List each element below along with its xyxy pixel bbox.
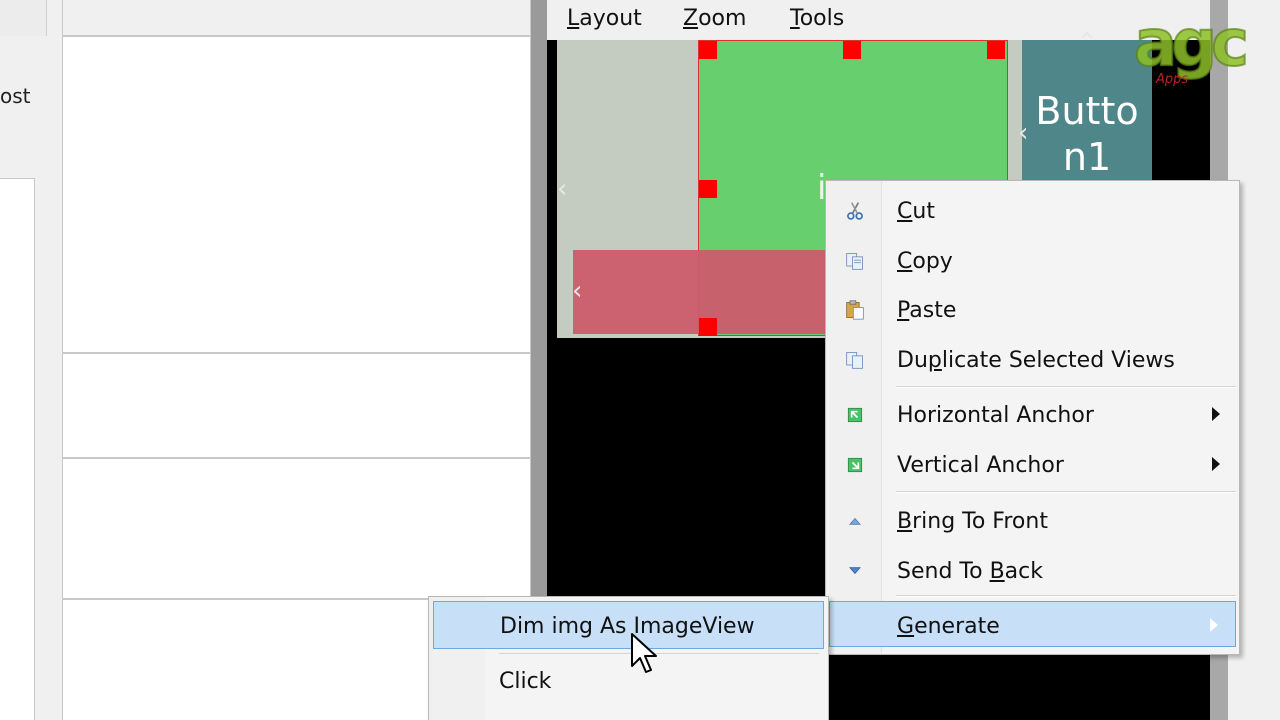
button-view-label-line1: Butto <box>1035 89 1139 133</box>
submenu-arrow-icon <box>1212 407 1220 421</box>
label-part: licate Selected Views <box>941 348 1175 373</box>
context-menu: Cut Copy Paste Duplicate Selected Views … <box>825 180 1240 655</box>
anchor-arrow-icon: ‹ <box>1018 118 1029 148</box>
resize-handle[interactable] <box>699 180 717 198</box>
properties-header <box>63 0 530 37</box>
anchor-arrow-icon: ⌃ <box>1076 28 1098 58</box>
paste-icon <box>846 300 864 320</box>
label-part: Horizontal Anchor <box>897 403 1094 428</box>
send-to-back-icon <box>849 567 861 575</box>
label-part: Vertical Anchor <box>897 453 1064 478</box>
menu-zoom[interactable]: Zoom <box>683 6 746 31</box>
anchor-arrow-icon: ‹ <box>557 174 568 204</box>
label-part: ut <box>912 199 935 224</box>
submenu-item-label: Dim img As ImageView <box>500 614 755 639</box>
copy-icon <box>846 253 863 270</box>
submenu-item-dim-declaration[interactable]: Dim img As ImageView <box>433 601 824 649</box>
label-part: ring To Front <box>912 509 1048 534</box>
label-mnemonic: G <box>897 614 915 639</box>
menu-layout-mnemonic: L <box>567 6 580 31</box>
menu-item-bring-to-front[interactable]: Bring To Front <box>826 497 1239 543</box>
label-part: ack <box>1004 559 1043 584</box>
label-part: Du <box>897 348 928 373</box>
horizontal-anchor-icon <box>847 407 863 423</box>
menu-separator <box>896 386 1236 388</box>
menu-tools[interactable]: Tools <box>790 6 844 31</box>
left-dock-header <box>0 0 47 36</box>
resize-handle[interactable] <box>843 41 861 59</box>
menu-item-label: Duplicate Selected Views <box>897 348 1175 373</box>
resize-handle[interactable] <box>699 318 717 336</box>
menu-item-label: Copy <box>897 249 953 274</box>
label-part: opy <box>912 249 953 274</box>
label-mnemonic: B <box>897 509 913 534</box>
menu-item-label: Vertical Anchor <box>897 453 1064 478</box>
menu-item-send-to-back[interactable]: Send To Back <box>826 547 1239 593</box>
submenu-item-click[interactable]: Click <box>433 657 824 705</box>
button-view-label-line2: n1 <box>1062 135 1112 179</box>
panel-divider <box>63 457 532 459</box>
label-mnemonic: B <box>989 559 1005 584</box>
anchor-arrow-icon: ‹ <box>572 276 583 306</box>
menu-item-label: Generate <box>897 614 1000 639</box>
menu-item-copy[interactable]: Copy <box>826 237 1239 283</box>
screen: ost Layout Zoom Tools i Butto n1 ⌃ ‹ ‹ ‹… <box>0 0 1280 720</box>
menu-tools-label: ools <box>799 6 845 31</box>
menu-tools-mnemonic: T <box>790 6 800 31</box>
menu-item-label: Horizontal Anchor <box>897 403 1094 428</box>
menu-separator <box>896 491 1236 493</box>
menu-separator <box>896 595 1236 597</box>
button-view[interactable]: Butto n1 <box>1022 40 1152 185</box>
label-part: aste <box>909 298 957 323</box>
submenu-arrow-icon <box>1210 618 1218 632</box>
label-mnemonic: p <box>927 348 942 373</box>
menu-item-label: Paste <box>897 298 956 323</box>
menu-zoom-label: oom <box>698 6 747 31</box>
scissors-icon <box>847 202 863 220</box>
menu-item-label: Cut <box>897 199 935 224</box>
menu-item-paste[interactable]: Paste <box>826 286 1239 332</box>
resize-handle[interactable] <box>987 41 1005 59</box>
bring-to-front-icon <box>849 517 861 525</box>
label-mnemonic: C <box>897 199 913 224</box>
vertical-anchor-icon <box>847 457 863 473</box>
menu-layout[interactable]: Layout <box>567 6 642 31</box>
label-mnemonic: C <box>897 249 913 274</box>
menu-zoom-mnemonic: Z <box>683 6 699 31</box>
submenu-item-label: Click <box>499 669 552 694</box>
menu-item-cut[interactable]: Cut <box>826 187 1239 233</box>
agc-apps-logo: agc Apps <box>1133 7 1266 90</box>
menu-item-generate[interactable]: Generate <box>829 601 1236 647</box>
label-part: enerate <box>914 614 1000 639</box>
duplicate-icon <box>846 352 863 369</box>
menu-item-horizontal-anchor[interactable]: Horizontal Anchor <box>826 391 1239 437</box>
submenu-arrow-icon <box>1212 457 1220 471</box>
menu-bar: Layout Zoom Tools <box>547 0 1227 40</box>
menu-item-duplicate-selected-views[interactable]: Duplicate Selected Views <box>826 336 1239 382</box>
panel-divider <box>63 352 532 354</box>
left-dock: ost <box>0 0 62 720</box>
logo-text: agc <box>1133 7 1250 81</box>
logo-subtext: Apps <box>1156 72 1189 87</box>
clipped-label: ost <box>0 84 31 108</box>
mouse-cursor-icon <box>631 633 657 673</box>
label-mnemonic: P <box>897 298 910 323</box>
menu-item-vertical-anchor[interactable]: Vertical Anchor <box>826 441 1239 487</box>
resize-handle[interactable] <box>699 41 717 59</box>
left-list-box[interactable] <box>0 178 35 720</box>
generate-submenu: Dim img As ImageView Click <box>428 596 829 720</box>
menu-item-label: Bring To Front <box>897 509 1048 534</box>
menu-layout-label: ayout <box>579 6 642 31</box>
label-part: Send To <box>897 559 990 584</box>
menu-item-label: Send To Back <box>897 559 1043 584</box>
